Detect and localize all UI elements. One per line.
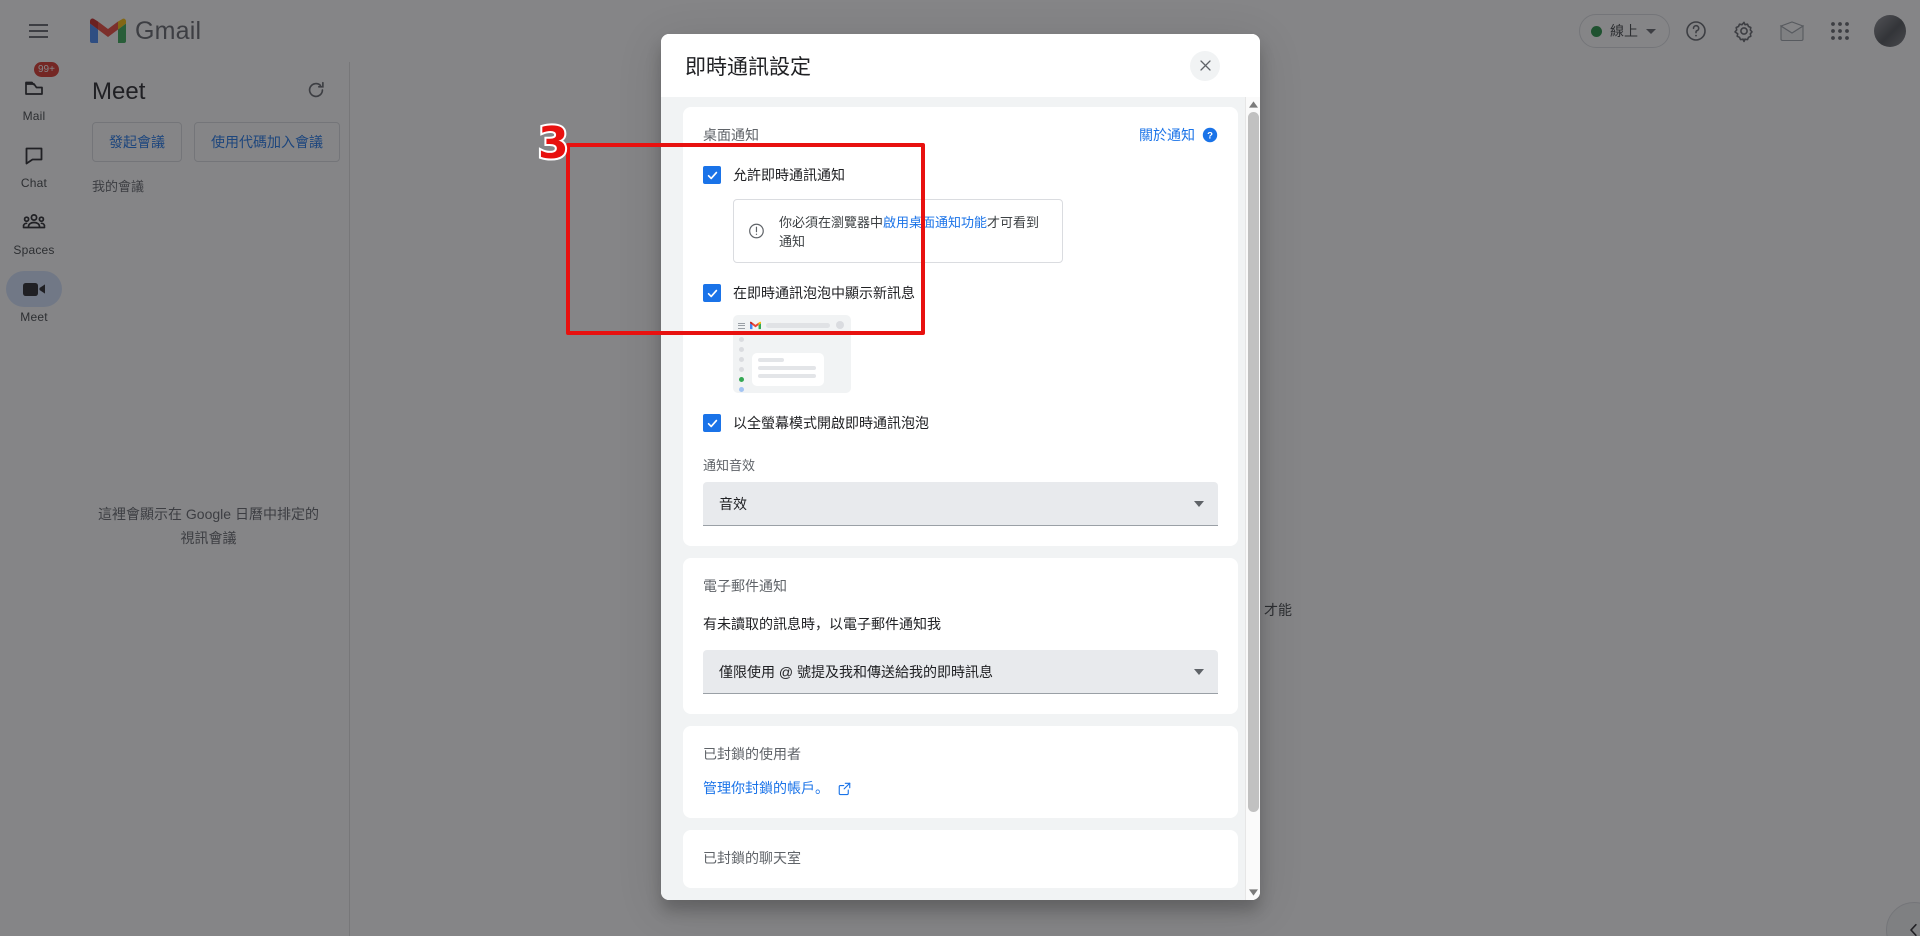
notification-sound-select[interactable]: 音效: [703, 482, 1218, 526]
scroll-down-arrow[interactable]: [1246, 885, 1260, 900]
preview-message-bubble: [752, 353, 824, 386]
svg-text:?: ?: [1207, 131, 1213, 142]
chevron-down-icon: [1194, 668, 1204, 675]
screen: Gmail 線上: [0, 0, 1920, 936]
allow-chat-notifications-row[interactable]: 允許即時通訊通知: [703, 165, 1218, 185]
scroll-up-arrow[interactable]: [1246, 97, 1260, 112]
preview-topbar: [738, 320, 846, 331]
fullscreen-bubble-checkbox[interactable]: [703, 414, 721, 432]
preview-rail-dots: [739, 337, 744, 392]
annotation-step-number: 3: [536, 118, 571, 169]
dialog-header: 即時通訊設定: [661, 34, 1260, 97]
help-circle-icon: ?: [1202, 127, 1218, 143]
dialog-title: 即時通訊設定: [685, 55, 811, 79]
manage-blocked-accounts-label: 管理你封鎖的帳戶。: [703, 780, 829, 796]
fullscreen-bubble-label: 以全螢幕模式開啟即時通訊泡泡: [733, 415, 929, 431]
chat-bubble-preview: [733, 315, 851, 393]
allow-chat-notifications-label: 允許即時通訊通知: [733, 167, 845, 183]
external-link-icon: [838, 782, 851, 795]
info-text-before: 你必須在瀏覽器中: [778, 215, 883, 230]
info-icon: [749, 223, 764, 239]
notification-sound-label: 通知音效: [703, 458, 756, 473]
dialog-scrollbar[interactable]: [1245, 97, 1260, 900]
email-notification-heading: 電子郵件通知: [703, 578, 787, 594]
close-icon[interactable]: [1190, 50, 1220, 81]
email-notification-card: 電子郵件通知 有未讀取的訊息時，以電子郵件通知我 僅限使用 @ 號提及我和傳送給…: [683, 558, 1238, 714]
preview-search-bar: [766, 323, 830, 328]
browser-permission-text: 你必須在瀏覽器中啟用桌面通知功能才可看到通知: [779, 212, 1048, 250]
preview-hamburger-icon: [738, 322, 745, 329]
desktop-card-header: 桌面通知 關於通知 ?: [703, 125, 1218, 145]
chevron-down-icon: [1194, 500, 1204, 507]
manage-blocked-accounts-link[interactable]: 管理你封鎖的帳戶。: [703, 778, 1218, 798]
show-in-bubble-label: 在即時通訊泡泡中顯示新訊息: [733, 285, 915, 301]
browser-permission-info: 你必須在瀏覽器中啟用桌面通知功能才可看到通知: [733, 199, 1063, 263]
dialog-body: 桌面通知 關於通知 ? 允許即時通訊通知 你必須在瀏覽器中啟用桌面通知功能才可看…: [661, 97, 1260, 900]
chat-settings-dialog: 即時通訊設定 桌面通知 關於通知 ? 允許即時通訊通知 你必須在瀏覽器中啟用桌面…: [661, 34, 1260, 900]
blocked-users-card: 已封鎖的使用者 管理你封鎖的帳戶。: [683, 726, 1238, 818]
notification-sound-value: 音效: [719, 495, 747, 512]
about-notifications-label: 關於通知: [1139, 127, 1195, 143]
about-notifications-link[interactable]: 關於通知 ?: [1139, 125, 1218, 145]
desktop-notification-heading: 桌面通知: [703, 127, 759, 143]
desktop-notification-card: 桌面通知 關於通知 ? 允許即時通訊通知 你必須在瀏覽器中啟用桌面通知功能才可看…: [683, 107, 1238, 546]
email-notification-select[interactable]: 僅限使用 @ 號提及我和傳送給我的即時訊息: [703, 650, 1218, 694]
email-notification-value: 僅限使用 @ 號提及我和傳送給我的即時訊息: [719, 663, 993, 680]
allow-chat-notifications-checkbox[interactable]: [703, 166, 721, 184]
blocked-rooms-heading: 已封鎖的聊天室: [703, 850, 801, 866]
show-in-bubble-checkbox[interactable]: [703, 284, 721, 302]
scrollbar-thumb[interactable]: [1248, 112, 1259, 812]
show-in-bubble-row[interactable]: 在即時通訊泡泡中顯示新訊息: [703, 283, 1218, 303]
blocked-rooms-card: 已封鎖的聊天室: [683, 830, 1238, 888]
preview-gmail-logo-icon: [750, 321, 761, 330]
preview-avatar: [836, 321, 844, 329]
email-notification-description: 有未讀取的訊息時，以電子郵件通知我: [703, 616, 941, 632]
blocked-users-heading: 已封鎖的使用者: [703, 746, 801, 762]
fullscreen-bubble-row[interactable]: 以全螢幕模式開啟即時通訊泡泡: [703, 413, 1218, 433]
enable-desktop-notifications-link[interactable]: 啟用桌面通知功能: [883, 215, 987, 230]
